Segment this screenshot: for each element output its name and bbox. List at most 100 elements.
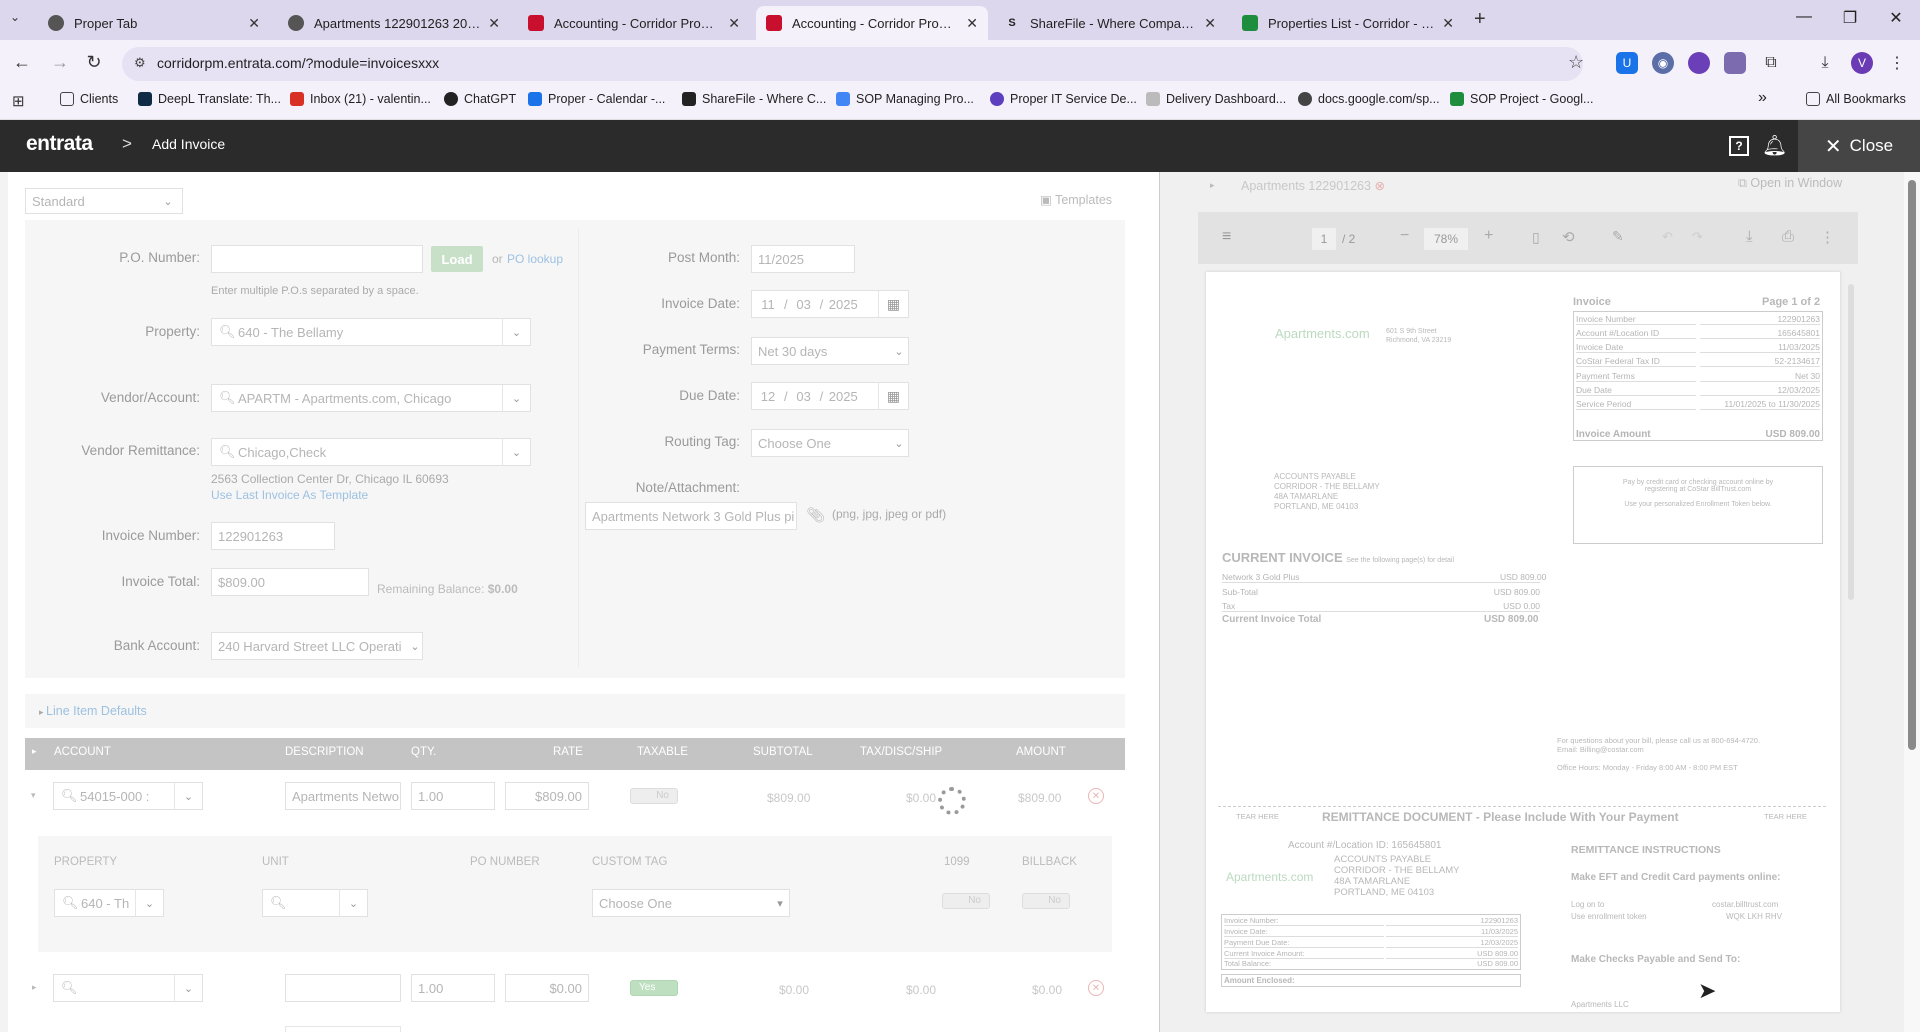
page-number-input[interactable]: 1	[1312, 228, 1336, 250]
tab-sharefile[interactable]: S ShareFile - Where Companies C✕	[994, 6, 1226, 40]
load-button[interactable]: Load	[431, 246, 483, 272]
invoice-number-input[interactable]: 122901263	[211, 522, 335, 550]
rotate-icon[interactable]: ⟲	[1562, 228, 1575, 246]
close-tab-icon[interactable]: ✕	[1442, 15, 1454, 32]
help-icon[interactable]: ?	[1729, 136, 1749, 156]
billback-toggle[interactable]: No	[1022, 893, 1070, 909]
bookmark-google-docs[interactable]: docs.google.com/sp...	[1298, 92, 1440, 106]
redo-icon[interactable]: ↷	[1692, 229, 1703, 245]
vendor-select[interactable]: 🔍︎ APARTM - Apartments.com, Chicago ⌄	[211, 384, 531, 412]
bookmark-star-icon[interactable]: ☆	[1568, 52, 1584, 73]
post-month-input[interactable]: 11/2025	[751, 245, 855, 273]
pdf-menu-icon[interactable]: ≡	[1222, 228, 1231, 246]
collapse-row-icon[interactable]: ▾	[31, 790, 36, 801]
remove-row-icon[interactable]: ✕	[1088, 980, 1104, 996]
bookmark-chatgpt[interactable]: ChatGPT	[444, 92, 516, 106]
extension-icon[interactable]	[1724, 52, 1746, 74]
close-button[interactable]: ✕ Close	[1798, 120, 1920, 172]
1099-toggle[interactable]: No	[942, 893, 990, 909]
bookmark-calendar[interactable]: Proper - Calendar -...	[528, 92, 665, 106]
minimize-icon[interactable]: —	[1784, 8, 1824, 26]
tab-properties-list[interactable]: Properties List - Corridor - Goo ✕	[1232, 6, 1464, 40]
download-icon[interactable]: ⤓	[1814, 52, 1836, 74]
undo-icon[interactable]: ↶	[1662, 229, 1673, 245]
pdf-download-icon[interactable]: ⤓	[1746, 228, 1753, 245]
vendor-remittance-select[interactable]: 🔍︎ Chicago,Check ⌄	[211, 438, 531, 466]
tab-apartments[interactable]: Apartments 122901263 2025-1 ✕	[278, 6, 510, 40]
menu-dots-icon[interactable]: ⋮	[1886, 52, 1908, 74]
use-last-invoice-link[interactable]: Use Last Invoice As Template	[211, 488, 368, 502]
open-in-window-button[interactable]: ⧉ Open in Window	[1738, 176, 1842, 191]
forward-icon[interactable]: →	[48, 52, 72, 73]
draw-icon[interactable]: ✎	[1612, 228, 1624, 245]
tab-accounting-active[interactable]: Accounting - Corridor Property ✕	[756, 6, 988, 40]
property-select[interactable]: 🔍︎ 640 - The Bellamy ⌄	[211, 318, 531, 346]
notification-bell-icon[interactable]: 🔔︎	[1762, 133, 1787, 158]
remove-row-icon[interactable]: ✕	[1088, 788, 1104, 804]
tab-search-button[interactable]: ⌄	[10, 10, 20, 24]
close-tab-icon[interactable]: ✕	[728, 15, 740, 32]
extension-icon[interactable]: ◉	[1652, 52, 1674, 74]
line-property-select[interactable]: 🔍︎ 640 - Th ⌄	[54, 889, 164, 917]
bookmark-clients[interactable]: Clients	[60, 92, 118, 106]
bookmark-inbox[interactable]: Inbox (21) - valentin...	[290, 92, 431, 106]
zoom-out-icon[interactable]: −	[1400, 227, 1409, 245]
close-tab-icon[interactable]: ✕	[248, 15, 260, 32]
restore-icon[interactable]: ❐	[1830, 8, 1870, 28]
rate-input-2[interactable]: $0.00	[505, 974, 589, 1002]
entrata-logo[interactable]: entrata	[26, 132, 93, 156]
po-lookup-link[interactable]: PO lookup	[507, 252, 563, 266]
print-icon[interactable]: ⎙	[1782, 228, 1794, 245]
templates-button[interactable]: ▣ Templates	[1040, 192, 1112, 207]
expand-all-icon[interactable]: ▸	[32, 746, 37, 757]
account-select-2[interactable]: 🔍︎ ⌄	[53, 974, 203, 1002]
remove-document-icon[interactable]: ⊗	[1374, 179, 1384, 193]
profile-avatar[interactable]: V	[1851, 52, 1873, 74]
more-bookmarks-button[interactable]: »	[1758, 89, 1767, 107]
line-item-defaults-toggle[interactable]: ▸ Line Item Defaults	[25, 694, 1125, 728]
extensions-puzzle-icon[interactable]: ⧉	[1760, 52, 1782, 74]
taxable-toggle[interactable]: No	[630, 788, 678, 804]
new-tab-button[interactable]: +	[1474, 8, 1486, 31]
calendar-icon[interactable]: ▦	[878, 383, 908, 409]
apps-grid-icon[interactable]: ⊞	[12, 92, 25, 110]
payment-terms-select[interactable]: Net 30 days ⌄	[751, 337, 909, 365]
qty-input-2[interactable]: 1.00	[411, 974, 495, 1002]
bookmark-sharefile[interactable]: ShareFile - Where C...	[682, 92, 826, 106]
paperclip-icon[interactable]: 📎︎	[806, 506, 825, 524]
due-date-input[interactable]: 12/03/2025 ▦	[751, 382, 909, 410]
calendar-icon[interactable]: ▦	[878, 291, 908, 317]
pdf-more-icon[interactable]: ⋮	[1820, 228, 1835, 246]
bookmark-sop-managing[interactable]: SOP Managing Pro...	[836, 92, 974, 106]
close-window-icon[interactable]: ✕	[1876, 8, 1916, 28]
unit-select[interactable]: 🔍︎ ⌄	[262, 889, 368, 917]
bank-account-select[interactable]: 240 Harvard Street LLC Operati ⌄	[211, 632, 423, 660]
bookmark-sop-project[interactable]: SOP Project - Googl...	[1450, 92, 1593, 106]
note-input[interactable]: Apartments Network 3 Gold Plus pi	[585, 502, 797, 530]
site-info-icon[interactable]: ⚙	[134, 55, 146, 71]
rate-input[interactable]: $809.00	[505, 782, 589, 810]
account-select[interactable]: 🔍︎ 54015-000 : ⌄	[53, 782, 203, 810]
bookmark-deepl[interactable]: DeepL Translate: Th...	[138, 92, 281, 106]
template-select[interactable]: Standard ⌄	[25, 188, 183, 214]
po-number-input[interactable]	[211, 245, 423, 273]
url-text[interactable]: corridorpm.entrata.com/?module=invoicesx…	[157, 55, 439, 71]
invoice-total-input[interactable]: $809.00	[211, 568, 369, 596]
reload-icon[interactable]: ↻	[82, 52, 106, 73]
all-bookmarks[interactable]: All Bookmarks	[1806, 92, 1906, 106]
invoice-date-input[interactable]: 11/03/2025 ▦	[751, 290, 909, 318]
page-scrollbar[interactable]	[1908, 180, 1916, 750]
close-tab-icon[interactable]: ✕	[966, 15, 978, 32]
qty-input[interactable]: 1.00	[411, 782, 495, 810]
back-icon[interactable]: ←	[10, 52, 34, 73]
pdf-scrollbar[interactable]	[1848, 284, 1854, 600]
bookmark-delivery[interactable]: Delivery Dashboard...	[1146, 92, 1286, 106]
extension-icon[interactable]: U	[1616, 52, 1638, 74]
description-input-2[interactable]	[285, 974, 401, 1002]
tab-proper[interactable]: Proper Tab ✕	[38, 6, 270, 40]
close-tab-icon[interactable]: ✕	[1204, 15, 1216, 32]
fit-page-icon[interactable]: ▯	[1532, 229, 1540, 246]
zoom-in-icon[interactable]: +	[1484, 227, 1493, 245]
taxable-toggle-2[interactable]: Yes	[630, 980, 678, 996]
extension-icon[interactable]	[1688, 52, 1710, 74]
